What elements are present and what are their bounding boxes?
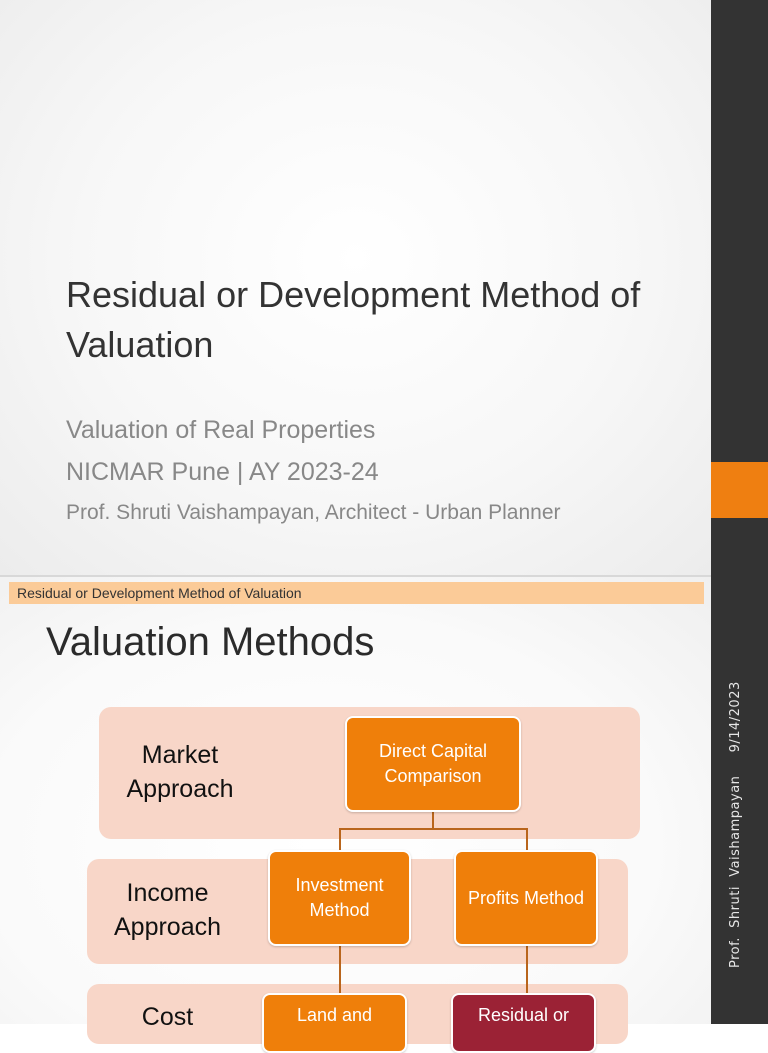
connector [339,945,341,995]
investment-method-box: Investment Method [268,850,411,946]
connector [339,828,341,852]
land-and-buildings-box: Land and [262,993,407,1053]
profits-method-box: Profits Method [454,850,598,946]
connector [526,945,528,995]
slide-header-bar: Residual or Development Method of Valuat… [9,582,704,604]
cost-approach-label: Cost [141,1003,194,1031]
income-approach-label: Income Approach [113,879,222,941]
connector [432,811,434,829]
market-approach-label: Market Approach [126,741,234,803]
subtitle-author: Prof. Shruti Vaishampayan, Architect - U… [66,501,561,524]
connector [339,828,527,830]
connector [526,828,528,852]
subtitle-institute: NICMAR Pune | AY 2023-24 [66,458,379,486]
slide-heading: Valuation Methods [46,620,375,664]
accent-block [711,462,768,518]
residual-method-box: Residual or [451,993,596,1053]
subtitle-course: Valuation of Real Properties [66,416,376,444]
direct-capital-comparison-box: Direct Capital Comparison [345,716,521,812]
slide-title: Residual or Development Method of Valuat… [66,274,641,365]
footer-author-date: Prof. Shruti Vaishampayan 9/14/2023 [728,681,743,968]
